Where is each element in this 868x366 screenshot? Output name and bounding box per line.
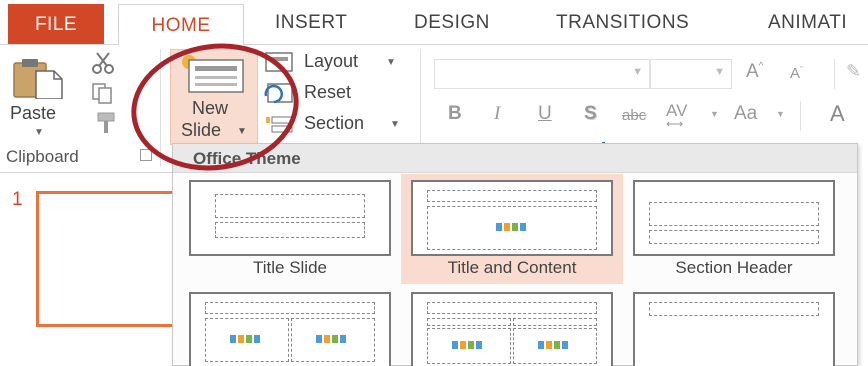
font-color-button[interactable]: A <box>830 101 845 127</box>
grow-font-icon: ^ <box>758 61 764 72</box>
tab-insert[interactable]: INSERT <box>275 0 347 44</box>
layout-name: Title and Content <box>447 258 577 277</box>
content-icons <box>496 221 528 233</box>
ribbon-tabs: FILE HOME INSERT DESIGN TRANSITIONS ANIM… <box>0 0 868 46</box>
layout-title-slide[interactable]: Title Slide <box>179 174 401 284</box>
format-painter-icon[interactable] <box>92 111 118 135</box>
layout-thumbnail <box>189 292 391 366</box>
subtitle-placeholder <box>215 222 365 238</box>
slide-thumbnail[interactable] <box>36 191 186 327</box>
layout-thumbnail <box>411 292 613 366</box>
font-divider <box>834 59 835 89</box>
spacing-dropdown-icon[interactable]: ▼ <box>710 109 719 119</box>
title-placeholder <box>427 302 597 314</box>
paste-dropdown-icon[interactable]: ▼ <box>34 127 44 138</box>
bold-button[interactable]: B <box>448 103 462 125</box>
layout-section-header[interactable]: Section Header <box>623 174 845 284</box>
shrink-font-icon: ˇ <box>800 65 804 75</box>
tab-file[interactable]: FILE <box>8 4 104 44</box>
content-placeholder <box>427 206 597 250</box>
content-icons <box>452 339 484 351</box>
change-case-dropdown-icon[interactable]: ▼ <box>776 109 785 119</box>
paste-label: Paste <box>10 103 57 123</box>
content-icons <box>538 339 570 351</box>
title-placeholder <box>649 302 819 316</box>
text-shadow-button[interactable]: S <box>584 103 597 125</box>
content-placeholder <box>513 328 597 364</box>
section-label: Section <box>304 113 365 133</box>
content-placeholder <box>291 318 375 362</box>
font-size-dropdown-icon[interactable]: ▼ <box>714 66 725 78</box>
tab-home[interactable]: HOME <box>118 4 244 46</box>
layout-dropdown-icon: ▼ <box>386 57 396 68</box>
copy-icon[interactable] <box>90 81 116 105</box>
change-case-button[interactable]: Aa <box>734 103 757 125</box>
content-icons <box>230 333 262 345</box>
clipboard-group-label: Clipboard <box>6 147 79 166</box>
title-placeholder <box>205 302 375 314</box>
new-slide-layout-gallery: Office Theme Title Slide Title and Conte… <box>172 143 858 366</box>
font-name-box[interactable]: ▼ <box>434 59 650 89</box>
title-placeholder <box>427 190 597 202</box>
underline-button[interactable]: U <box>538 103 552 125</box>
layout-thumbnail <box>633 180 835 256</box>
layout-title-and-content[interactable]: Title and Content <box>401 174 623 284</box>
section-dropdown-icon: ▼ <box>390 119 400 130</box>
shrink-font-button[interactable]: Aˇ <box>790 65 803 82</box>
tab-transitions[interactable]: TRANSITIONS <box>556 0 689 44</box>
italic-button[interactable]: I <box>494 103 500 125</box>
layout-thumbnail <box>633 292 835 366</box>
layout-thumbnail <box>411 180 613 256</box>
slide-number: 1 <box>12 189 23 210</box>
font-name-dropdown-icon[interactable]: ▼ <box>632 66 643 78</box>
grow-font-button[interactable]: A^ <box>746 61 763 83</box>
tab-animations[interactable]: ANIMATI <box>768 0 847 44</box>
text-placeholder <box>649 230 819 244</box>
spacing-arrow-icon: ⟷ <box>666 117 684 131</box>
gallery-header: Office Theme <box>173 144 857 173</box>
reset-label: Reset <box>304 82 352 102</box>
layout-comparison[interactable] <box>401 286 623 366</box>
clear-formatting-icon[interactable]: ✎ <box>846 61 861 82</box>
character-spacing-button[interactable]: AV ⟷ <box>666 101 687 131</box>
font-divider <box>800 101 801 131</box>
title-placeholder <box>215 194 365 218</box>
layout-two-content[interactable] <box>179 286 401 366</box>
slide-thumbnail-pane: 1 <box>0 172 186 365</box>
content-placeholder <box>427 328 511 364</box>
strikethrough-button[interactable]: abc <box>622 107 646 124</box>
layout-title-only[interactable] <box>623 286 845 366</box>
content-icons <box>316 333 348 345</box>
layout-name: Title Slide <box>252 258 327 277</box>
layout-name: Section Header <box>675 258 793 277</box>
layout-thumbnail <box>189 180 391 256</box>
heading-placeholder <box>513 318 597 326</box>
title-placeholder <box>649 202 819 226</box>
content-placeholder <box>205 318 289 362</box>
clipboard-icon <box>13 59 63 99</box>
layout-label: Layout <box>304 51 359 71</box>
font-size-box[interactable]: ▼ <box>650 59 732 89</box>
paste-button[interactable]: Paste ▼ <box>6 51 70 138</box>
heading-placeholder <box>427 318 511 326</box>
tab-design[interactable]: DESIGN <box>414 0 490 44</box>
cut-icon[interactable] <box>90 51 116 75</box>
